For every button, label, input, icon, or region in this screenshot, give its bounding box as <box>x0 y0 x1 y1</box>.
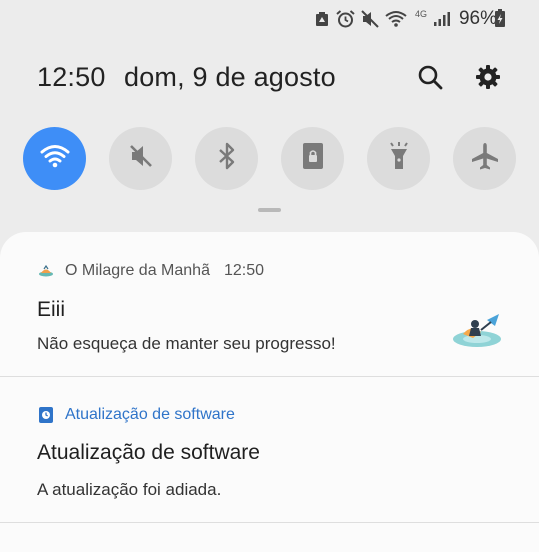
wifi-icon <box>385 10 407 28</box>
flashlight-icon <box>387 141 411 176</box>
alarm-icon <box>336 10 355 28</box>
sound-toggle[interactable] <box>109 127 172 190</box>
notification-app-name: O Milagre da Manhã <box>65 262 210 279</box>
quick-settings-row <box>23 127 517 191</box>
rotation-lock-toggle[interactable] <box>281 127 344 190</box>
settings-button[interactable] <box>471 62 505 96</box>
notification-header: O Milagre da Manhã 12:50 <box>37 262 264 280</box>
data-saver-icon <box>314 11 330 28</box>
battery-percent: 96% <box>458 8 497 29</box>
network-type: 4G <box>414 9 427 19</box>
notification-title: Atualização de software <box>37 441 260 464</box>
sunrise-app-icon <box>37 262 55 280</box>
panel-header: 12:50 dom, 9 de agosto <box>37 62 509 98</box>
bluetooth-toggle[interactable] <box>195 127 258 190</box>
gear-icon <box>475 64 501 95</box>
bluetooth-icon <box>217 142 237 175</box>
wifi-icon <box>40 144 70 173</box>
notification-thumbnail <box>451 312 503 353</box>
notification-time: 12:50 <box>223 262 265 279</box>
date: dom, 9 de agosto <box>124 62 336 92</box>
flashlight-toggle[interactable] <box>367 127 430 190</box>
notification-title: Eiii <box>37 298 66 321</box>
battery-charging-icon <box>494 9 506 33</box>
wifi-toggle[interactable] <box>23 127 86 190</box>
search-icon <box>417 64 443 95</box>
software-update-icon <box>37 406 55 424</box>
notification-divider <box>0 376 539 377</box>
notification-text: A atualização foi adiada. <box>37 480 222 499</box>
clock: 12:50 <box>37 62 106 92</box>
airplane-mode-toggle[interactable] <box>453 127 516 190</box>
notification-app-name: Atualização de software <box>65 406 235 423</box>
notification-software-update[interactable]: Atualização de software Atualização de s… <box>0 378 539 528</box>
drag-handle[interactable] <box>258 208 281 212</box>
rotation-lock-icon <box>302 142 324 175</box>
notification-panel: O Milagre da Manhã 12:50 Eiii Não esqueç… <box>0 232 539 552</box>
notification-miracle-morning[interactable]: O Milagre da Manhã 12:50 Eiii Não esqueç… <box>0 232 539 375</box>
notification-text: Não esqueça de manter seu progresso! <box>37 334 336 353</box>
search-button[interactable] <box>413 62 447 96</box>
status-bar: 4G 96% <box>0 0 539 38</box>
mute-icon <box>128 143 154 174</box>
notification-divider <box>0 522 539 523</box>
signal-icon <box>433 11 451 27</box>
status-icons: 4G 96% <box>314 8 497 30</box>
mute-icon <box>361 10 379 28</box>
airplane-icon <box>470 141 500 176</box>
notification-header: Atualização de software <box>37 406 235 424</box>
